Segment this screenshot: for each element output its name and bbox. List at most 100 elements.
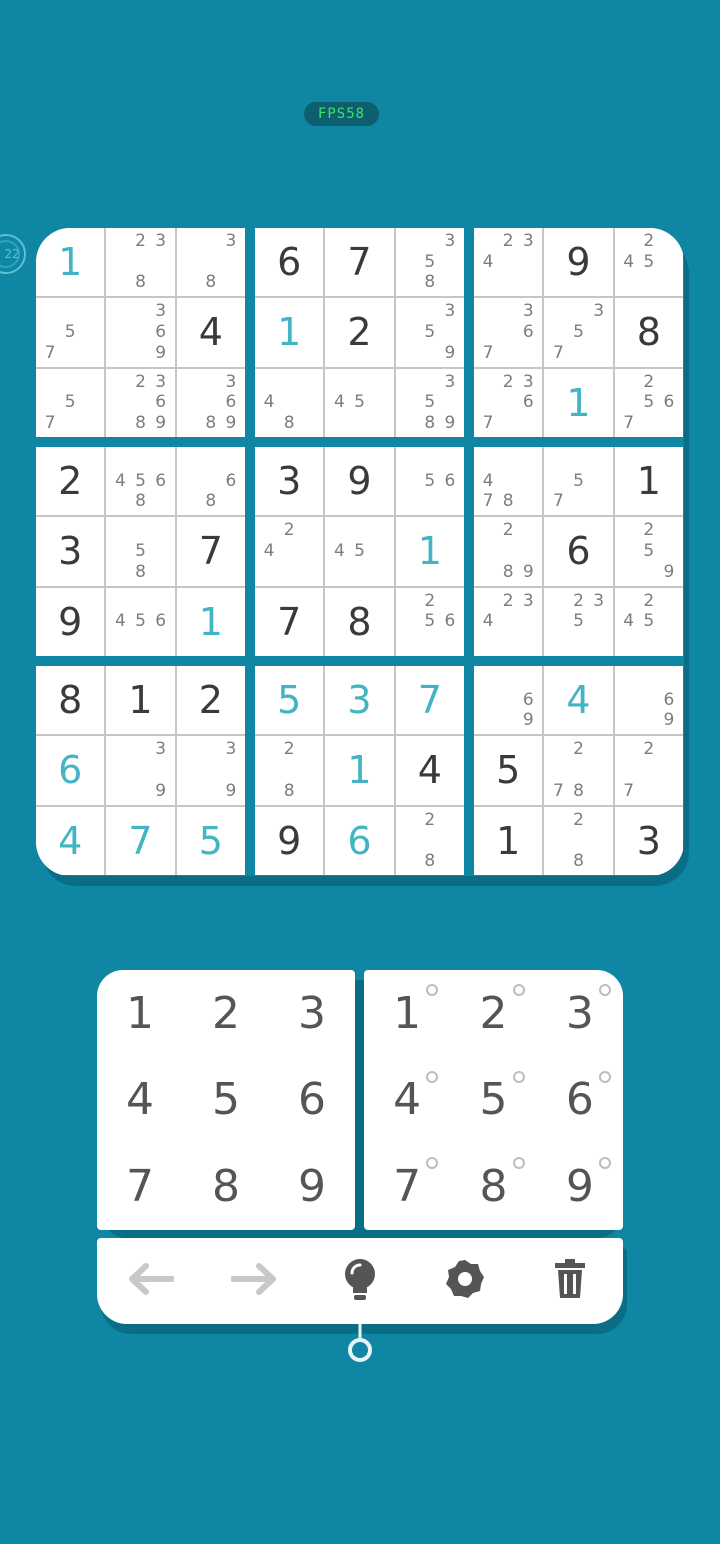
board-cell[interactable]: 1 [176, 587, 245, 656]
board-cell[interactable]: 3 [614, 806, 683, 875]
board-cell[interactable]: 6 [325, 806, 394, 875]
pull-handle[interactable] [345, 1324, 375, 1364]
board-cell[interactable]: 69 [614, 666, 683, 735]
board-cell[interactable]: 1 [474, 806, 543, 875]
board-cell[interactable]: 8 [36, 666, 105, 735]
board-cell[interactable]: 4568 [106, 447, 175, 516]
board-cell[interactable]: 3 [36, 517, 105, 586]
board-cell[interactable]: 4 [395, 736, 464, 805]
digit-key-5[interactable]: 5 [183, 1057, 269, 1144]
board-cell[interactable]: 478 [474, 447, 543, 516]
timer-badge[interactable]: 22 [0, 234, 26, 274]
board-cell[interactable]: 5 [474, 736, 543, 805]
board-cell[interactable]: 245 [614, 587, 683, 656]
board-cell[interactable]: 1 [395, 517, 464, 586]
board-cell[interactable]: 4 [544, 666, 613, 735]
digit-key-2[interactable]: 2 [183, 970, 269, 1057]
board-cell[interactable]: 2 [325, 298, 394, 367]
digit-key-4[interactable]: 4 [97, 1057, 183, 1144]
note-key-6[interactable]: 6 [537, 1057, 623, 1144]
board-cell[interactable]: 48 [255, 368, 324, 437]
board-cell[interactable]: 9 [255, 806, 324, 875]
board-cell[interactable]: 23689 [106, 368, 175, 437]
board-cell[interactable]: 7 [395, 666, 464, 735]
board-cell[interactable]: 235 [544, 587, 613, 656]
digit-key-1[interactable]: 1 [97, 970, 183, 1057]
board-cell[interactable]: 7 [255, 587, 324, 656]
board-cell[interactable]: 7 [176, 517, 245, 586]
board-cell[interactable]: 36 7 [474, 298, 543, 367]
board-cell[interactable]: 4 [176, 298, 245, 367]
note-key-7[interactable]: 7 [364, 1143, 450, 1230]
board-cell[interactable]: 7 [325, 228, 394, 297]
board-cell[interactable]: 23 4 [474, 587, 543, 656]
board-cell[interactable]: 69 [474, 666, 543, 735]
board-cell[interactable]: 358 [395, 228, 464, 297]
board-cell[interactable]: 57 [36, 298, 105, 367]
board-cell[interactable]: 27 [614, 736, 683, 805]
board-cell[interactable]: 1 [325, 736, 394, 805]
board-cell[interactable]: 8 [614, 298, 683, 367]
board-cell[interactable]: 45 [325, 517, 394, 586]
board-cell[interactable]: 245 [614, 228, 683, 297]
undo-button[interactable] [120, 1251, 180, 1311]
board-cell[interactable]: 28 [544, 806, 613, 875]
clear-button[interactable] [540, 1251, 600, 1311]
board-cell[interactable]: 23 4 [474, 228, 543, 297]
board-cell[interactable]: 9 [36, 587, 105, 656]
board-cell[interactable]: 5 [176, 806, 245, 875]
board-cell[interactable]: 5 [255, 666, 324, 735]
settings-button[interactable] [435, 1251, 495, 1311]
redo-button[interactable] [225, 1251, 285, 1311]
board-cell[interactable]: 57 [36, 368, 105, 437]
board-cell[interactable]: 256 7 [614, 368, 683, 437]
board-cell[interactable]: 7 [106, 806, 175, 875]
digit-key-7[interactable]: 7 [97, 1143, 183, 1230]
board-cell[interactable]: 2 89 [474, 517, 543, 586]
board-cell[interactable]: 456 [106, 587, 175, 656]
board-cell[interactable]: 38 [176, 228, 245, 297]
digit-key-3[interactable]: 3 [269, 970, 355, 1057]
board-cell[interactable]: 6 [36, 736, 105, 805]
board-cell[interactable]: 57 [544, 447, 613, 516]
board-cell[interactable]: 68 [176, 447, 245, 516]
board-cell[interactable]: 6 [255, 228, 324, 297]
board-cell[interactable]: 56 [395, 447, 464, 516]
digit-key-9[interactable]: 9 [269, 1143, 355, 1230]
digit-key-6[interactable]: 6 [269, 1057, 355, 1144]
board-cell[interactable]: 278 [544, 736, 613, 805]
board-cell[interactable]: 1 [614, 447, 683, 516]
board-cell[interactable]: 28 [395, 806, 464, 875]
board-cell[interactable]: 45 [325, 368, 394, 437]
board-cell[interactable]: 2 [176, 666, 245, 735]
board-cell[interactable]: 236 7 [474, 368, 543, 437]
board-cell[interactable]: 357 [544, 298, 613, 367]
board-cell[interactable]: 3589 [395, 368, 464, 437]
board-cell[interactable]: 4 [36, 806, 105, 875]
board-cell[interactable]: 3 [255, 447, 324, 516]
board-cell[interactable]: 259 [614, 517, 683, 586]
note-key-1[interactable]: 1 [364, 970, 450, 1057]
board-cell[interactable]: 238 [106, 228, 175, 297]
digit-key-8[interactable]: 8 [183, 1143, 269, 1230]
board-cell[interactable]: 369 [106, 298, 175, 367]
board-cell[interactable]: 39 [176, 736, 245, 805]
board-cell[interactable]: 6 [544, 517, 613, 586]
board-cell[interactable]: 359 [395, 298, 464, 367]
board-cell[interactable]: 3689 [176, 368, 245, 437]
board-cell[interactable]: 256 [395, 587, 464, 656]
board-cell[interactable]: 24 [255, 517, 324, 586]
board-cell[interactable]: 3 [325, 666, 394, 735]
board-cell[interactable]: 9 [325, 447, 394, 516]
board-cell[interactable]: 1 [544, 368, 613, 437]
board-cell[interactable]: 58 [106, 517, 175, 586]
board-cell[interactable]: 28 [255, 736, 324, 805]
note-key-8[interactable]: 8 [450, 1143, 536, 1230]
hint-button[interactable] [330, 1251, 390, 1311]
note-key-2[interactable]: 2 [450, 970, 536, 1057]
note-key-4[interactable]: 4 [364, 1057, 450, 1144]
board-cell[interactable]: 8 [325, 587, 394, 656]
note-key-3[interactable]: 3 [537, 970, 623, 1057]
board-cell[interactable]: 39 [106, 736, 175, 805]
board-cell[interactable]: 1 [36, 228, 105, 297]
